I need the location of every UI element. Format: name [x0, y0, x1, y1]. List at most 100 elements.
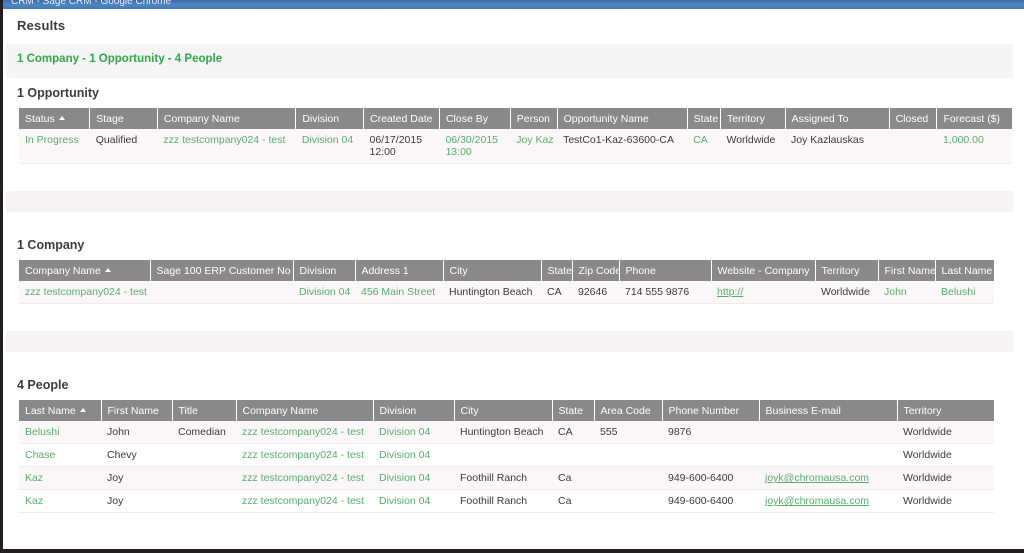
last-name-link[interactable]: Kaz: [25, 472, 43, 484]
window-title: CRM - Sage CRM - Google Chrome: [11, 0, 172, 7]
column-header-territory[interactable]: Territory: [897, 400, 994, 421]
cell-last-name: Kaz: [19, 466, 101, 490]
cell-territory: Worldwide: [897, 466, 994, 490]
column-header-last-name[interactable]: Last Name: [19, 400, 102, 421]
column-header-phone[interactable]: Phone: [619, 260, 712, 281]
column-header-stage[interactable]: Stage: [89, 108, 158, 129]
company-name-link[interactable]: zzz testcompany024 - test: [242, 495, 364, 507]
table-row[interactable]: In Progress Qualified zzz testcompany024…: [19, 129, 1012, 164]
column-header-division[interactable]: Division: [295, 108, 364, 129]
cell-title: [172, 443, 236, 467]
cell-city: [454, 443, 552, 467]
column-header-state[interactable]: State: [541, 260, 573, 281]
column-header-forecast[interactable]: Forecast ($): [936, 108, 1012, 129]
column-header-company-name[interactable]: Company Name: [157, 108, 297, 129]
page-title: Results: [17, 18, 66, 33]
column-header-company-name[interactable]: Company Name: [19, 260, 151, 281]
column-header-division[interactable]: Division: [373, 400, 455, 421]
column-header-city[interactable]: City: [454, 400, 553, 421]
cell-state: CA: [541, 281, 572, 304]
cell-territory: Worldwide: [897, 489, 994, 513]
column-header-company-name[interactable]: Company Name: [236, 400, 374, 421]
cell-business-email: [759, 421, 897, 444]
column-header-last-name[interactable]: Last Name: [935, 260, 994, 281]
column-header-state[interactable]: State: [552, 400, 595, 421]
created-time-value: 12:00: [369, 146, 396, 158]
cell-zip-code: 92646: [572, 281, 619, 304]
cell-business-email: [759, 443, 897, 467]
cell-closed: [889, 129, 937, 164]
table-row[interactable]: zzz testcompany024 - test Division 04 45…: [19, 281, 994, 304]
table-row[interactable]: Belushi John Comedian zzz testcompany024…: [19, 421, 994, 444]
column-header-address1[interactable]: Address 1: [355, 260, 444, 281]
column-header-opportunity-name[interactable]: Opportunity Name: [557, 108, 688, 129]
column-header-zip-code[interactable]: Zip Code: [572, 260, 620, 281]
division-value: Division 04: [379, 472, 431, 484]
cell-city: Huntington Beach: [443, 281, 541, 304]
cell-division: Division 04: [373, 489, 454, 513]
cell-area-code: [594, 489, 662, 513]
company-name-link[interactable]: zzz testcompany024 - test: [242, 472, 364, 484]
cell-territory: Worldwide: [815, 281, 878, 304]
column-header-assigned-to[interactable]: Assigned To: [785, 108, 890, 129]
cell-first-name: John: [101, 421, 172, 444]
cell-area-code: [594, 443, 662, 467]
results-summary-band: 1 Company - 1 Opportunity - 4 People: [6, 44, 1013, 78]
email-link[interactable]: joyk@chromausa.com: [765, 495, 869, 507]
address-value: 456 Main Street: [361, 286, 436, 298]
column-header-area-code[interactable]: Area Code: [594, 400, 663, 421]
column-header-division[interactable]: Division: [293, 260, 356, 281]
people-header-row: Last Name First Name Title Company Name …: [19, 400, 994, 421]
cell-website: http://: [711, 281, 815, 304]
column-header-website[interactable]: Website - Company: [711, 260, 816, 281]
first-name-value: John: [884, 286, 907, 298]
column-label: Company Name: [25, 264, 101, 277]
company-name-link[interactable]: zzz testcompany024 - test: [25, 286, 147, 298]
person-link[interactable]: Joy Kaz: [516, 134, 553, 146]
company-section-title: 1 Company: [17, 238, 85, 252]
column-header-first-name[interactable]: First Name: [878, 260, 936, 281]
state-value: CA: [693, 134, 708, 146]
close-by-date-value: 06/30/2015: [445, 134, 499, 146]
column-header-first-name[interactable]: First Name: [101, 400, 173, 421]
browser-window: CRM - Sage CRM - Google Chrome Results 1…: [0, 0, 1024, 553]
cell-phone: 714 555 9876: [619, 281, 711, 304]
table-row[interactable]: Kaz Joy zzz testcompany024 - test Divisi…: [19, 466, 994, 490]
forecast-value: 1,000.00: [942, 134, 984, 146]
cell-territory: Worldwide: [720, 129, 785, 164]
cell-assigned-to: Joy Kazlauskas: [785, 129, 890, 164]
column-header-title[interactable]: Title: [172, 400, 237, 421]
cell-city: Foothill Ranch: [454, 466, 552, 490]
last-name-link[interactable]: Chase: [25, 449, 55, 461]
website-link[interactable]: http://: [717, 286, 743, 298]
column-header-territory[interactable]: Territory: [815, 260, 879, 281]
table-row[interactable]: Chase Chevy zzz testcompany024 - test Di…: [19, 443, 994, 467]
last-name-link[interactable]: Belushi: [25, 426, 59, 438]
division-value: Division 04: [301, 134, 354, 146]
cell-company-name: zzz testcompany024 - test: [236, 421, 373, 444]
column-header-status[interactable]: Status: [19, 108, 91, 129]
cell-area-code: 555: [594, 421, 662, 444]
company-name-link[interactable]: zzz testcompany024 - test: [242, 449, 364, 461]
column-header-business-email[interactable]: Business E-mail: [759, 400, 898, 421]
column-header-city[interactable]: City: [443, 260, 542, 281]
status-link[interactable]: In Progress: [25, 134, 79, 146]
cell-forecast: 1,000.00: [936, 129, 1012, 164]
column-header-closed[interactable]: Closed: [889, 108, 938, 129]
cell-address1: 456 Main Street: [355, 281, 443, 304]
column-header-close-by[interactable]: Close By: [439, 108, 511, 129]
column-header-erp-customer-no[interactable]: Sage 100 ERP Customer No: [150, 260, 294, 281]
results-summary-text: 1 Company - 1 Opportunity - 4 People: [17, 53, 223, 65]
column-header-created-date[interactable]: Created Date: [363, 108, 440, 129]
cell-territory: Worldwide: [897, 443, 994, 467]
company-name-link[interactable]: zzz testcompany024 - test: [163, 134, 285, 146]
cell-state: [552, 443, 594, 467]
email-link[interactable]: joyk@chromausa.com: [765, 472, 869, 484]
table-row[interactable]: Kaz Joy zzz testcompany024 - test Divisi…: [19, 489, 994, 513]
column-header-person[interactable]: Person: [510, 108, 558, 129]
last-name-link[interactable]: Kaz: [25, 495, 43, 507]
column-header-state[interactable]: State: [687, 108, 721, 129]
column-header-phone-number[interactable]: Phone Number: [662, 400, 760, 421]
column-header-territory[interactable]: Territory: [720, 108, 786, 129]
company-name-link[interactable]: zzz testcompany024 - test: [242, 426, 364, 438]
